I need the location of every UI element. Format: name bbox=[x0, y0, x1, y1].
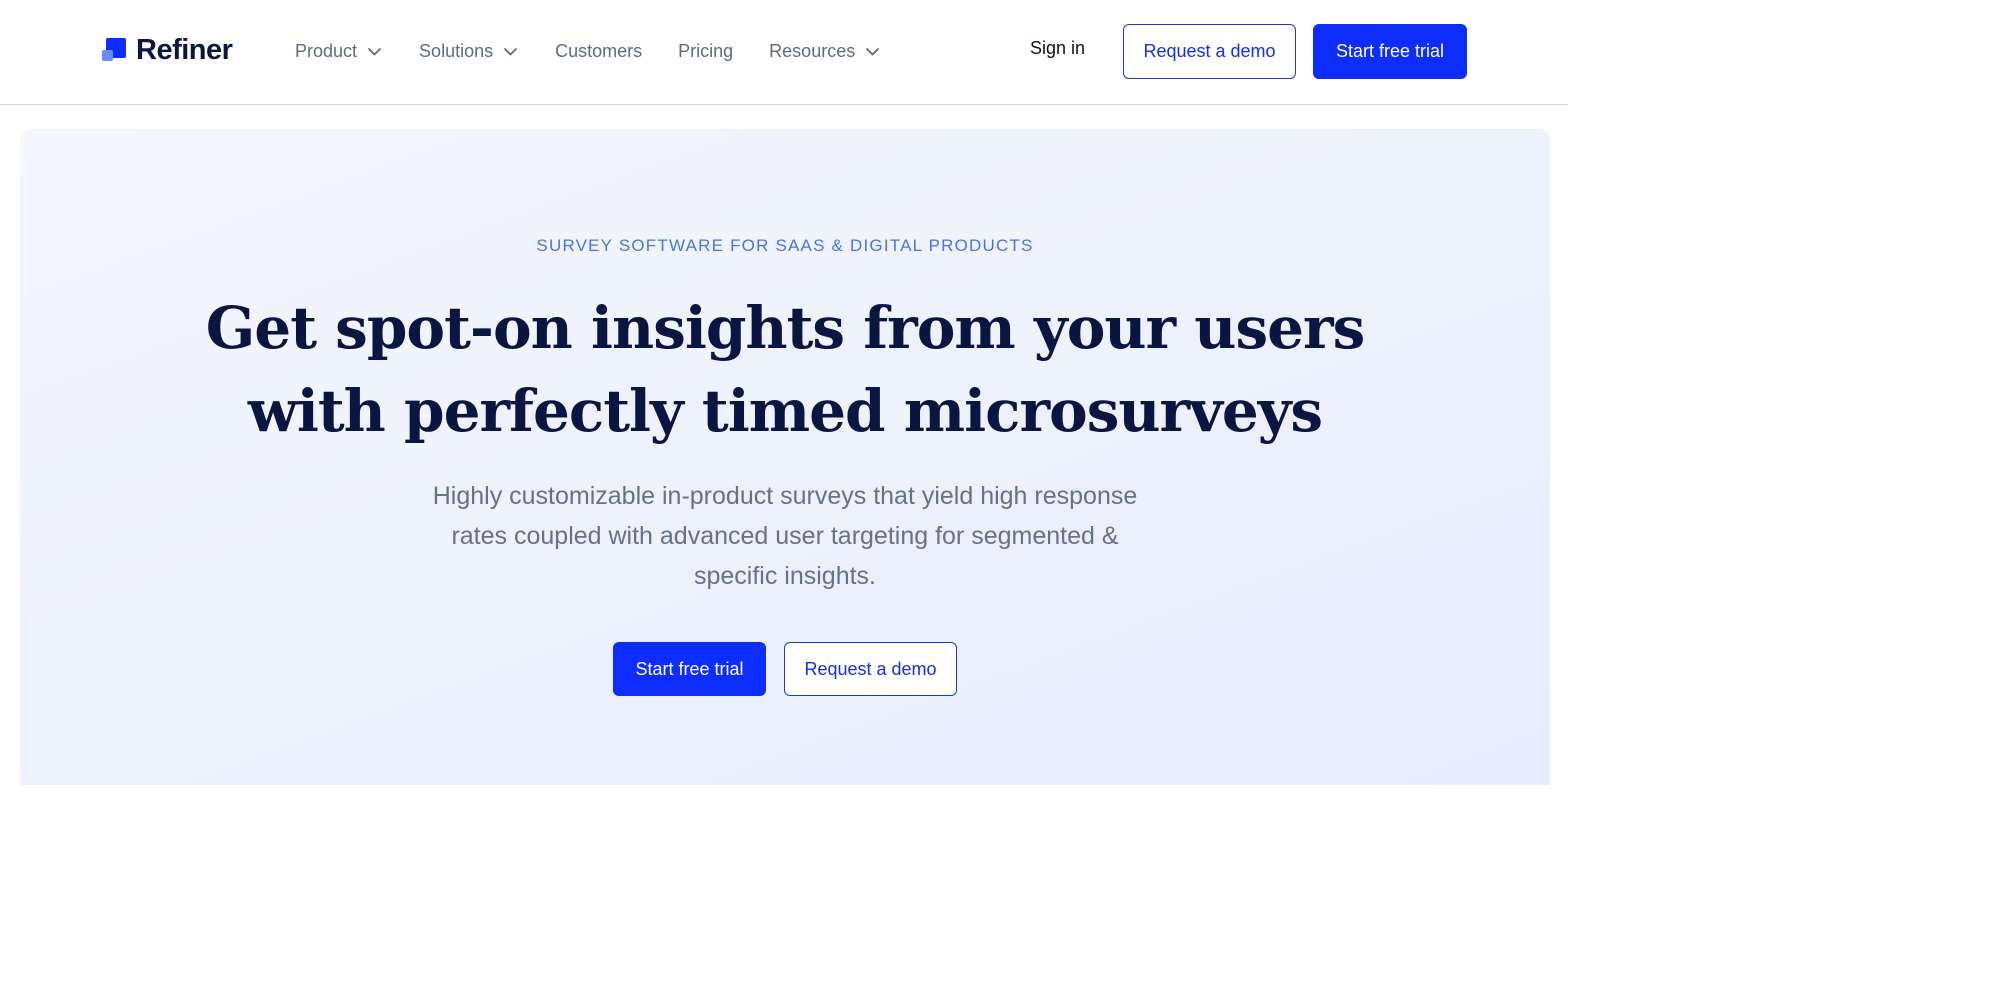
hero-eyebrow: SURVEY SOFTWARE FOR SAAS & DIGITAL PRODU… bbox=[536, 236, 1034, 255]
nav-item-label: Resources bbox=[769, 40, 856, 61]
hero-start-trial-button[interactable]: Start free trial bbox=[613, 642, 766, 696]
hero-headline-line-2: with perfectly timed microsurveys bbox=[247, 377, 1323, 445]
header-request-demo-button[interactable]: Request a demo bbox=[1123, 24, 1296, 79]
chevron-down-icon bbox=[864, 43, 881, 60]
nav-item-pricing[interactable]: Pricing bbox=[678, 41, 733, 62]
nav-item-customers[interactable]: Customers bbox=[555, 41, 642, 62]
header-start-trial-button[interactable]: Start free trial bbox=[1313, 24, 1467, 79]
nav-item-solutions[interactable]: Solutions bbox=[419, 41, 519, 62]
nav-item-resources[interactable]: Resources bbox=[769, 41, 881, 62]
main-nav: Product Solutions Customers Pricing Reso… bbox=[295, 36, 917, 66]
hero-headline-line-1: Get spot-on insights from your users bbox=[205, 294, 1365, 362]
hero-headline: Get spot-on insights from your users wit… bbox=[20, 287, 1550, 453]
logo-text: Refiner bbox=[136, 33, 233, 66]
chevron-down-icon bbox=[366, 43, 383, 60]
refiner-logo-icon bbox=[102, 38, 126, 62]
nav-item-label: Solutions bbox=[419, 40, 494, 61]
nav-item-label: Customers bbox=[555, 40, 643, 61]
hero-request-demo-button[interactable]: Request a demo bbox=[784, 642, 957, 696]
chevron-down-icon bbox=[502, 43, 519, 60]
hero-subtext: Highly customizable in-product surveys t… bbox=[432, 482, 1138, 590]
logo[interactable]: Refiner bbox=[102, 33, 233, 66]
nav-item-label: Product bbox=[295, 40, 358, 61]
site-header: Refiner Product Solutions Customers Pric… bbox=[0, 0, 1568, 105]
nav-item-label: Pricing bbox=[678, 40, 734, 61]
nav-item-product[interactable]: Product bbox=[295, 41, 383, 62]
hero-section: SURVEY SOFTWARE FOR SAAS & DIGITAL PRODU… bbox=[20, 129, 1550, 785]
sign-in-link[interactable]: Sign in bbox=[1030, 38, 1085, 59]
